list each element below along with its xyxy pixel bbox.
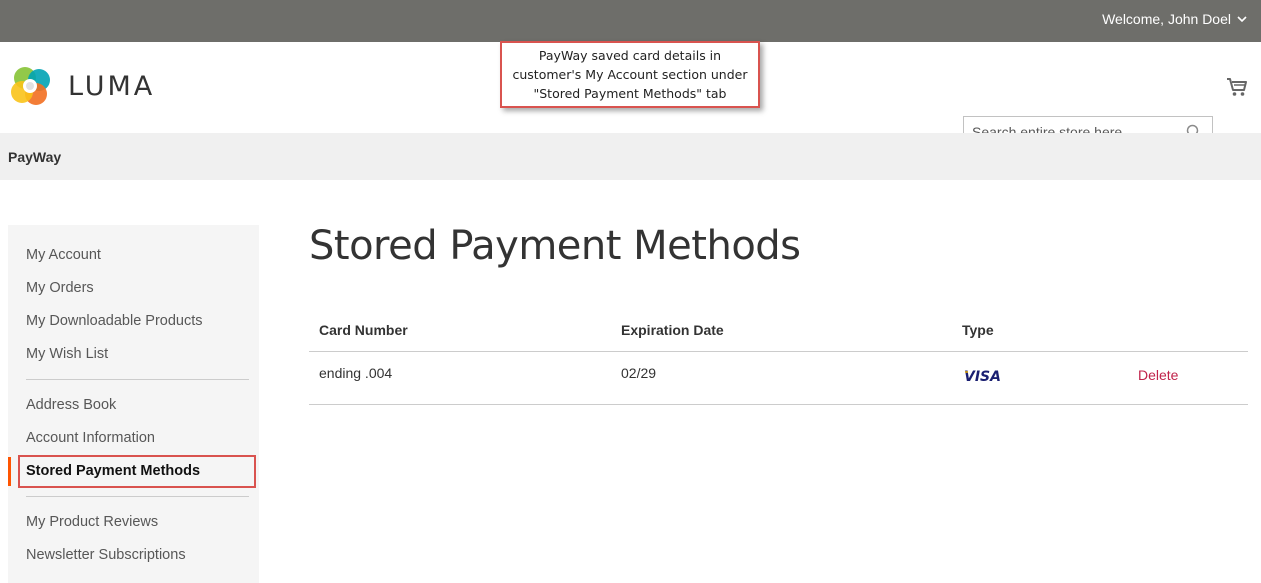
cart-icon[interactable] [1226,76,1248,98]
table-header: Card Number Expiration Date Type [309,322,1248,352]
visa-logo-text: VISA [964,369,1001,383]
visa-card-icon: VISA [964,369,1001,383]
active-indicator [8,457,11,486]
sidebar-divider [26,379,249,380]
page-title: Stored Payment Methods [309,223,801,269]
sidebar-item-address-book[interactable]: Address Book [26,397,116,413]
sidebar-divider [26,496,249,497]
chevron-down-icon [1237,15,1247,22]
account-sidebar: My Account My Orders My Downloadable Pro… [8,225,259,583]
card-number-cell: ending .004 [319,365,393,381]
top-bar: Welcome, John Doel [0,0,1261,42]
sidebar-item-product-reviews[interactable]: My Product Reviews [26,514,158,530]
breadcrumb-label: PayWay [8,149,62,165]
sidebar-item-downloadable-products[interactable]: My Downloadable Products [26,313,203,329]
column-header-card-number: Card Number [319,322,408,338]
sidebar-item-wish-list[interactable]: My Wish List [26,346,108,362]
table-row: ending .004 02/29 VISA Delete [309,352,1248,405]
callout-line-2: customer's My Account section under [512,67,748,82]
sidebar-item-newsletter-subscriptions[interactable]: Newsletter Subscriptions [26,547,186,563]
callout-line-3: "Stored Payment Methods" tab [533,86,727,101]
callout-line-1: PayWay saved card details in [538,48,722,63]
column-header-type: Type [962,322,994,338]
annotation-callout: PayWay saved card details in customer's … [500,41,760,108]
customer-menu[interactable]: Welcome, John Doel [1102,11,1247,27]
sidebar-item-my-account[interactable]: My Account [26,247,101,263]
expiration-date-cell: 02/29 [621,365,657,381]
welcome-text: Welcome, John Doel [1102,11,1231,27]
logo-text: LUMA [68,70,156,102]
sidebar-item-my-orders[interactable]: My Orders [26,280,94,296]
breadcrumb: PayWay [0,133,1261,180]
column-header-expiration-date: Expiration Date [621,322,724,338]
annotation-highlight-box [18,455,256,488]
store-logo[interactable]: LUMA [8,63,155,109]
delete-card-link[interactable]: Delete [1138,367,1178,383]
luma-logo-icon [11,67,50,105]
sidebar-item-account-information[interactable]: Account Information [26,430,155,446]
